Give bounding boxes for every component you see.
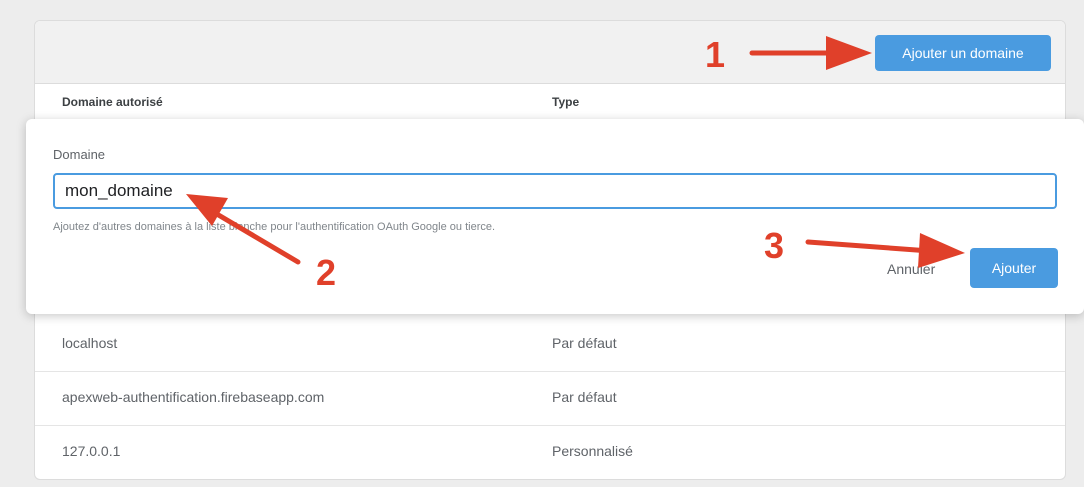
type-cell: Par défaut [552,335,617,351]
table-row[interactable]: apexweb-authentification.firebaseapp.com… [35,371,1065,426]
table-row[interactable]: 127.0.0.1 Personnalisé [35,425,1065,479]
card-header: Ajouter un domaine [35,21,1065,84]
add-button[interactable]: Ajouter [970,248,1058,288]
column-header-type: Type [552,95,580,109]
domain-helper-text: Ajoutez d'autres domaines à la liste bla… [53,221,496,233]
domain-cell: apexweb-authentification.firebaseapp.com [62,389,325,405]
domain-input[interactable] [53,173,1057,209]
cancel-button[interactable]: Annuler [881,251,941,287]
domain-cell: localhost [62,335,118,351]
type-cell: Par défaut [552,389,617,405]
domain-cell: 127.0.0.1 [62,443,121,459]
domain-field-label: Domaine [53,147,106,162]
table-row[interactable]: localhost Par défaut [35,317,1065,372]
column-header-domain: Domaine autorisé [62,95,163,109]
add-domain-button[interactable]: Ajouter un domaine [875,35,1051,71]
type-cell: Personnalisé [552,443,633,459]
add-domain-dialog: Domaine Ajoutez d'autres domaines à la l… [26,119,1084,314]
table-header: Domaine autorisé Type [35,84,1065,120]
